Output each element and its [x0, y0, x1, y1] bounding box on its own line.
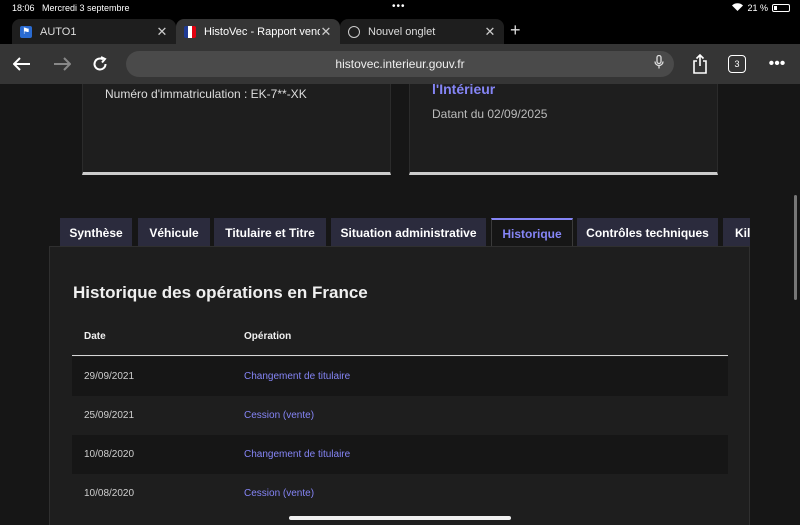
table-row: 29/09/2021 Changement de titulaire — [72, 357, 728, 396]
report-date: Datant du 02/09/2025 — [432, 107, 548, 121]
multitask-dots-icon[interactable]: ••• — [392, 1, 406, 12]
close-tab-icon[interactable]: ✕ — [320, 24, 332, 40]
address-url: histovec.interieur.gouv.fr — [335, 57, 465, 71]
vehicle-id-card: Numéro d'immatriculation : EK-7**-XK — [82, 84, 391, 175]
page-title: Historique des opérations en France — [73, 283, 368, 302]
row-operation: Changement de titulaire — [244, 371, 351, 382]
browser-tab-label: Nouvel onglet — [368, 25, 436, 38]
registration-number: Numéro d'immatriculation : EK-7**-XK — [105, 87, 307, 101]
history-panel: Historique des opérations en France Date… — [49, 246, 750, 525]
close-tab-icon[interactable]: ✕ — [156, 24, 168, 40]
battery-icon — [772, 4, 790, 12]
tab-titulaire[interactable]: Titulaire et Titre — [214, 218, 326, 247]
tab-synthese[interactable]: Synthèse — [60, 218, 132, 247]
tab-historique[interactable]: Historique — [491, 218, 573, 247]
address-bar[interactable]: histovec.interieur.gouv.fr — [126, 51, 674, 77]
browser-tab-label: AUTO1 — [40, 25, 77, 38]
tab-kilometrage[interactable]: Kilométrage — [723, 218, 750, 247]
browser-tab-histovec[interactable]: HistoVec - Rapport vendeur ✕ — [176, 19, 340, 44]
globe-icon — [348, 25, 360, 38]
report-tabs: Synthèse Véhicule Titulaire et Titre Sit… — [60, 218, 750, 247]
row-date: 10/08/2020 — [84, 488, 135, 499]
more-options-icon[interactable]: ••• — [764, 52, 790, 76]
share-icon[interactable] — [688, 52, 712, 76]
source-card: l'Intérieur Datant du 02/09/2025 — [409, 84, 718, 175]
page-scrollbar[interactable] — [794, 195, 797, 300]
browser-tab-auto1[interactable]: ⚑ AUTO1 ✕ — [12, 19, 176, 44]
tab-count-button[interactable]: 3 — [728, 55, 746, 73]
status-bar: 18:06 Mercredi 3 septembre ••• 21 % — [0, 0, 800, 16]
column-header-date: Date — [84, 331, 106, 342]
ministry-label: l'Intérieur — [432, 84, 496, 97]
row-operation: Changement de titulaire — [244, 449, 351, 460]
tab-controles[interactable]: Contrôles techniques — [577, 218, 718, 247]
battery-percent: 21 % — [747, 3, 768, 13]
row-date: 10/08/2020 — [84, 449, 135, 460]
table-row: 25/09/2021 Cession (vente) — [72, 396, 728, 435]
row-operation: Cession (vente) — [244, 410, 315, 421]
wifi-icon — [732, 3, 744, 13]
browser-tab-label: HistoVec - Rapport vendeur — [204, 25, 320, 38]
browser-tab-bar: ⚑ AUTO1 ✕ HistoVec - Rapport vendeur ✕ N… — [0, 16, 800, 44]
auto1-favicon-icon: ⚑ — [20, 25, 32, 38]
status-right: 21 % — [732, 3, 790, 13]
reload-icon[interactable] — [88, 52, 112, 76]
tab-situation[interactable]: Situation administrative — [331, 218, 486, 247]
home-indicator[interactable] — [289, 516, 511, 520]
status-time: 18:06 — [12, 3, 35, 13]
column-header-operation: Opération — [244, 331, 292, 342]
forward-arrow-icon[interactable] — [50, 52, 74, 76]
table-row: 10/08/2020 Cession (vente) — [72, 474, 728, 513]
tab-vehicule[interactable]: Véhicule — [138, 218, 210, 247]
back-arrow-icon[interactable] — [10, 52, 34, 76]
microphone-icon[interactable] — [654, 54, 664, 72]
new-tab-plus-icon[interactable]: + — [510, 20, 521, 41]
status-date: Mercredi 3 septembre — [42, 3, 130, 13]
web-page: Numéro d'immatriculation : EK-7**-XK l'I… — [0, 84, 800, 525]
browser-tab-new[interactable]: Nouvel onglet ✕ — [340, 19, 504, 44]
french-flag-favicon-icon — [184, 25, 196, 38]
row-date: 25/09/2021 — [84, 410, 135, 421]
table-header: Date Opération — [72, 319, 728, 356]
browser-toolbar: histovec.interieur.gouv.fr 3 ••• — [0, 44, 800, 84]
table-row: 10/08/2020 Changement de titulaire — [72, 435, 728, 474]
row-operation: Cession (vente) — [244, 488, 315, 499]
row-date: 29/09/2021 — [84, 371, 135, 382]
close-tab-icon[interactable]: ✕ — [484, 24, 496, 40]
